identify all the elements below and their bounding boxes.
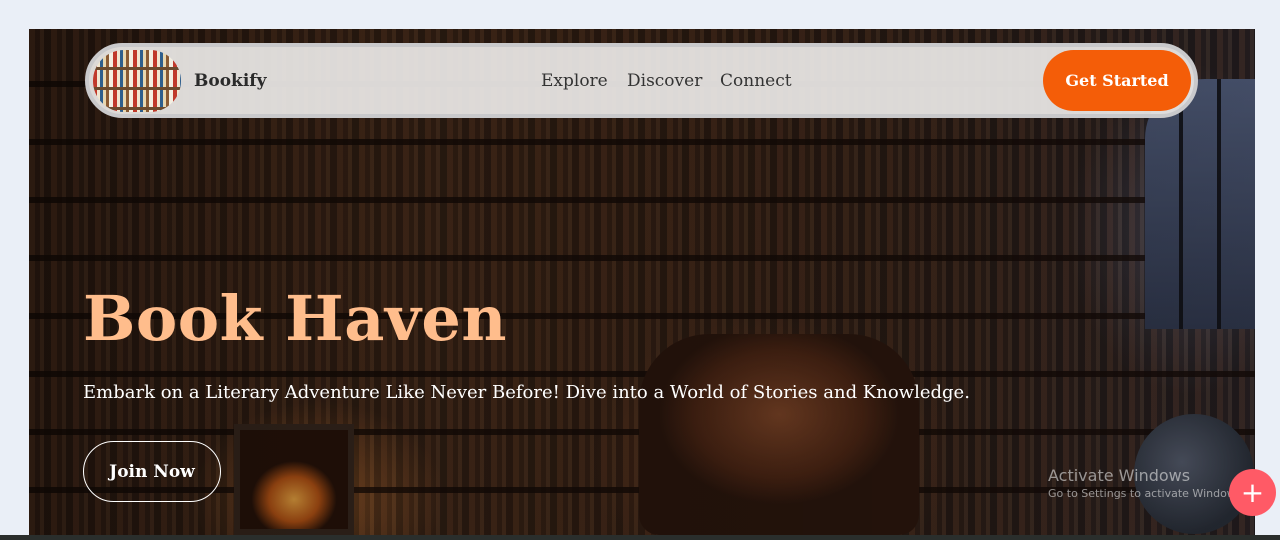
plus-icon: + [1240,475,1265,509]
get-started-button[interactable]: Get Started [1043,50,1191,111]
watermark-title: Activate Windows [1048,466,1191,485]
nav-link-discover[interactable]: Discover [627,71,702,91]
brand-name[interactable]: Bookify [194,71,266,91]
navbar: Bookify Explore Discover Connect Get Sta… [85,43,1198,118]
taskbar-edge [0,535,1280,540]
activate-windows-watermark: Activate Windows Go to Settings to activ… [1048,466,1245,500]
hero-subtitle: Embark on a Literary Adventure Like Neve… [83,382,970,403]
nav-link-connect[interactable]: Connect [720,71,792,91]
bookshelf-logo-image[interactable] [93,50,181,112]
hero-title: Book Haven [83,282,507,355]
join-now-button[interactable]: Join Now [83,441,221,502]
floating-add-button[interactable]: + [1229,469,1276,516]
nav-link-explore[interactable]: Explore [541,71,608,91]
watermark-subtitle: Go to Settings to activate Windows. [1048,487,1246,500]
